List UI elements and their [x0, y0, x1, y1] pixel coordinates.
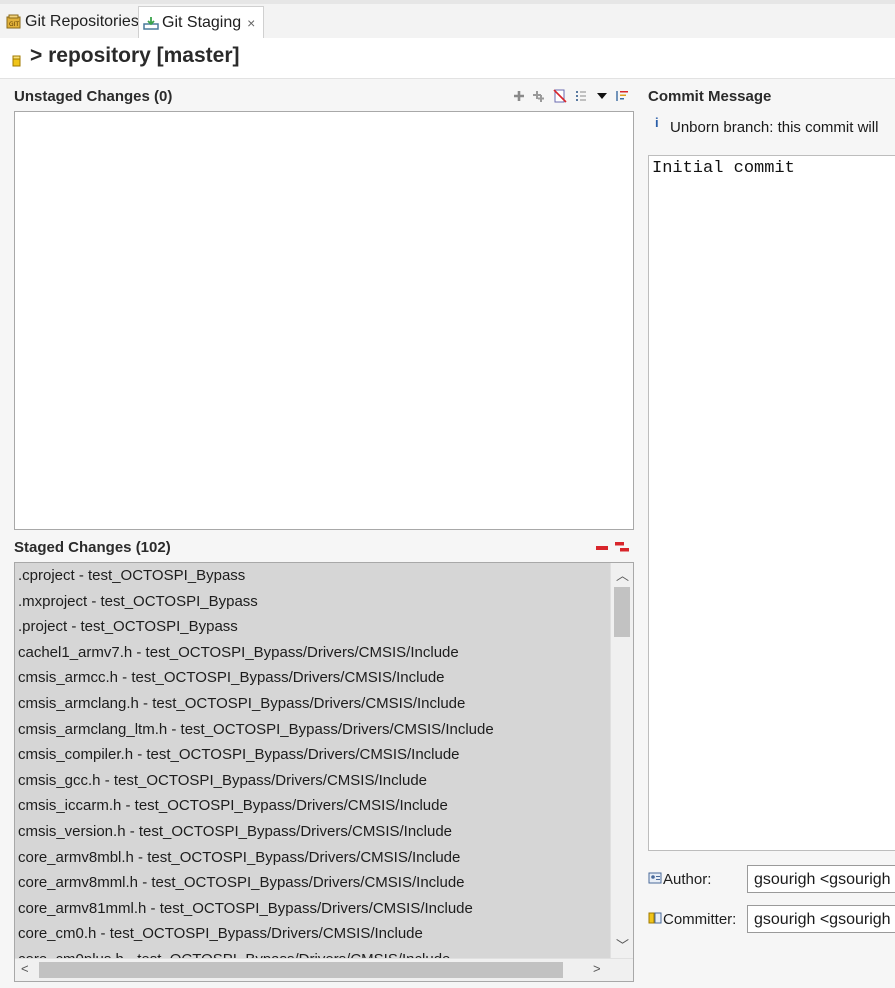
staged-file-row[interactable]: cachel1_armv7.h - test_OCTOSPI_Bypass/Dr…: [15, 640, 611, 666]
tab-git-repositories[interactable]: GIT Git Repositories: [6, 8, 139, 36]
tab-label: Git Repositories: [25, 13, 139, 30]
committer-field[interactable]: gsourigh <gsourigh: [747, 905, 895, 933]
stage-all-icon[interactable]: [532, 89, 546, 103]
author-icon: [648, 872, 662, 884]
staged-file-row[interactable]: .project - test_OCTOSPI_Bypass: [15, 614, 611, 640]
unstaged-changes-list[interactable]: [14, 111, 634, 530]
unstaged-changes-title: Unstaged Changes (0): [14, 88, 173, 105]
svg-text:GIT: GIT: [9, 21, 19, 28]
scroll-up-icon[interactable]: ︿: [616, 565, 629, 584]
horizontal-scrollbar[interactable]: < >: [15, 958, 633, 981]
git-repositories-icon: GIT: [6, 14, 21, 29]
commit-message-editor[interactable]: Initial commit: [648, 155, 895, 851]
staged-file-row[interactable]: core_armv8mbl.h - test_OCTOSPI_Bypass/Dr…: [15, 845, 611, 871]
commit-message-title: Commit Message: [648, 88, 772, 105]
staged-file-row[interactable]: cmsis_armcc.h - test_OCTOSPI_Bypass/Driv…: [15, 665, 611, 691]
staged-file-row[interactable]: cmsis_compiler.h - test_OCTOSPI_Bypass/D…: [15, 742, 611, 768]
view-menu-dropdown-icon[interactable]: [595, 89, 609, 103]
git-staging-icon: [143, 17, 159, 30]
commit-message-text: Initial commit: [652, 159, 795, 178]
author-field[interactable]: gsourigh <gsourigh: [747, 865, 895, 893]
staged-file-row[interactable]: cmsis_armclang_ltm.h - test_OCTOSPI_Bypa…: [15, 717, 611, 743]
staged-file-row[interactable]: core_cm0plus.h - test_OCTOSPI_Bypass/Dri…: [15, 947, 611, 958]
unstage-selected-icon[interactable]: [595, 541, 609, 555]
vertical-scrollbar[interactable]: ︿ ﹀: [610, 563, 633, 958]
staged-file-row[interactable]: cmsis_gcc.h - test_OCTOSPI_Bypass/Driver…: [15, 768, 611, 794]
staged-file-row[interactable]: cmsis_armclang.h - test_OCTOSPI_Bypass/D…: [15, 691, 611, 717]
staged-changes-list[interactable]: .cproject - test_OCTOSPI_Bypass .mxprojec…: [14, 562, 634, 982]
info-icon: i: [655, 115, 659, 130]
staged-file-row[interactable]: cmsis_version.h - test_OCTOSPI_Bypass/Dr…: [15, 819, 611, 845]
tab-label: Git Staging: [162, 14, 242, 31]
presentation-list-icon[interactable]: [574, 89, 588, 103]
close-icon[interactable]: ×: [247, 15, 255, 31]
committer-label: Committer:: [663, 911, 737, 928]
repository-header: > repository [master]: [0, 38, 895, 79]
repository-icon: [12, 55, 21, 67]
scroll-left-icon[interactable]: <: [21, 961, 29, 976]
unstage-all-icon[interactable]: [615, 540, 629, 554]
view-tab-bar: GIT Git Repositories Git Staging ×: [0, 0, 895, 39]
staged-files: .cproject - test_OCTOSPI_Bypass .mxprojec…: [15, 563, 611, 958]
vertical-scroll-thumb[interactable]: [614, 587, 630, 637]
tab-git-staging[interactable]: Git Staging ×: [138, 6, 265, 39]
staged-changes-title: Staged Changes (102): [14, 539, 171, 556]
stage-selected-icon[interactable]: [512, 89, 526, 103]
tab-bar-top-strip: [0, 0, 895, 4]
staged-file-row[interactable]: .cproject - test_OCTOSPI_Bypass: [15, 563, 611, 589]
page-title: > repository [master]: [30, 44, 240, 67]
sort-icon[interactable]: [615, 89, 629, 103]
staged-file-row[interactable]: core_cm0.h - test_OCTOSPI_Bypass/Drivers…: [15, 921, 611, 947]
staged-file-row[interactable]: .mxproject - test_OCTOSPI_Bypass: [15, 589, 611, 615]
staged-file-row[interactable]: cmsis_iccarm.h - test_OCTOSPI_Bypass/Dri…: [15, 793, 611, 819]
horizontal-scroll-thumb[interactable]: [39, 962, 563, 978]
filter-ignored-icon[interactable]: [553, 89, 567, 103]
committer-icon: [648, 912, 662, 924]
scroll-down-icon[interactable]: ﹀: [616, 935, 629, 954]
unborn-branch-info: Unborn branch: this commit will: [670, 119, 879, 136]
scroll-right-icon[interactable]: >: [593, 961, 601, 976]
staged-file-row[interactable]: core_armv81mml.h - test_OCTOSPI_Bypass/D…: [15, 896, 611, 922]
author-label: Author:: [663, 871, 712, 888]
staged-file-row[interactable]: core_armv8mml.h - test_OCTOSPI_Bypass/Dr…: [15, 870, 611, 896]
